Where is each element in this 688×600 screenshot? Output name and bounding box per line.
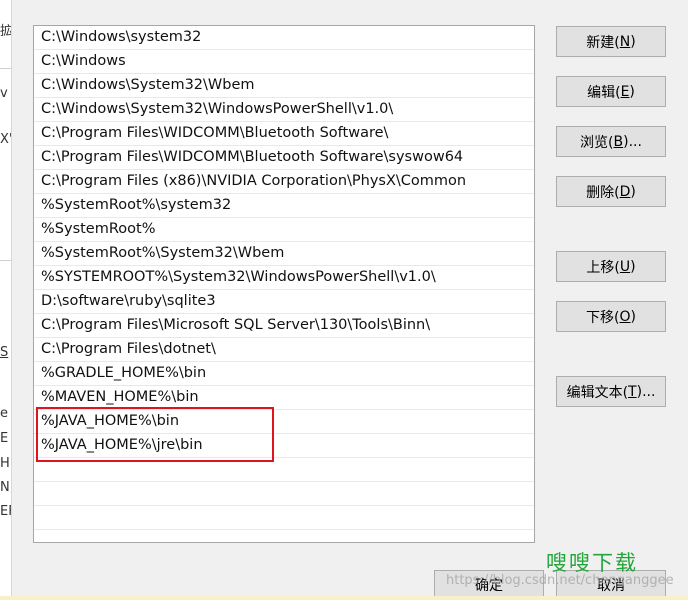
watermark-logo: 嗖嗖下载 (546, 551, 638, 575)
edit-text-button[interactable]: 编辑文本(T)... (556, 376, 666, 407)
move-up-button[interactable]: 上移(U) (556, 251, 666, 282)
path-list-item[interactable]: C:\Windows (34, 50, 534, 74)
path-list-item[interactable]: %SystemRoot%\system32 (34, 194, 534, 218)
path-list-item[interactable]: C:\Windows\System32\Wbem (34, 74, 534, 98)
path-list-item[interactable]: %MAVEN_HOME%\bin (34, 386, 534, 410)
path-list-item[interactable]: D:\software\ruby\sqlite3 (34, 290, 534, 314)
button-label: 删除( (586, 184, 620, 201)
delete-button[interactable]: 删除(D) (556, 176, 666, 207)
move-down-button[interactable]: 下移(O) (556, 301, 666, 332)
bg-fragment: H (0, 456, 10, 471)
path-list-item[interactable]: %SYSTEMROOT%\System32\WindowsPowerShell\… (34, 266, 534, 290)
path-list-item[interactable]: C:\Program Files\Microsoft SQL Server\13… (34, 314, 534, 338)
edit-button[interactable]: 编辑(E) (556, 76, 666, 107)
path-list-item[interactable]: %SystemRoot% (34, 218, 534, 242)
bg-fragment: N (0, 480, 10, 495)
bg-fragment: S (0, 345, 9, 360)
button-label: 浏览( (580, 134, 614, 151)
button-label: 编辑文本( (566, 384, 629, 401)
accelerator-key: E (620, 83, 630, 100)
bg-fragment: X' (0, 132, 12, 147)
button-label: 上移( (586, 259, 620, 276)
button-label-suffix: ) (630, 183, 636, 200)
path-list-item[interactable]: %SystemRoot%\System32\Wbem (34, 242, 534, 266)
path-list-item[interactable]: %GRADLE_HOME%\bin (34, 362, 534, 386)
accelerator-key: U (619, 258, 631, 275)
path-list-item-empty[interactable] (34, 506, 534, 530)
bg-fragment: e (0, 406, 8, 421)
bottom-strip (0, 596, 688, 600)
new-button[interactable]: 新建(N) (556, 26, 666, 57)
path-list-item[interactable]: C:\Program Files\dotnet\ (34, 338, 534, 362)
path-list[interactable]: C:\Windows\system32 C:\Windows C:\Window… (33, 25, 535, 543)
button-label-suffix: ) (629, 83, 635, 100)
path-list-item-empty[interactable] (34, 482, 534, 506)
button-label-suffix: ) (630, 308, 636, 325)
path-list-item[interactable]: C:\Windows\System32\WindowsPowerShell\v1… (34, 98, 534, 122)
accelerator-key: B (613, 133, 624, 150)
button-label-suffix: ) (630, 33, 636, 50)
bg-fragment: 拡 (0, 24, 12, 39)
button-label: 编辑( (587, 84, 621, 101)
accelerator-key: T (628, 383, 637, 400)
button-label-suffix: )... (636, 383, 656, 400)
path-list-item[interactable]: C:\Program Files\WIDCOMM\Bluetooth Softw… (34, 146, 534, 170)
background-window-edge: 拡 v X' S e E H N EF (0, 0, 12, 600)
accelerator-key: N (619, 33, 631, 50)
bg-fragment: E (0, 431, 9, 446)
bg-fragment: v (0, 86, 8, 101)
path-list-item-java-jre-bin[interactable]: %JAVA_HOME%\jre\bin (34, 434, 534, 458)
button-label-suffix: ) (630, 258, 636, 275)
path-list-item-empty[interactable] (34, 458, 534, 482)
button-label: 新建( (586, 34, 620, 51)
accelerator-key: D (619, 183, 631, 200)
button-label: 下移( (586, 309, 620, 326)
path-list-item[interactable]: C:\Program Files\WIDCOMM\Bluetooth Softw… (34, 122, 534, 146)
bg-fragment: EF (0, 504, 11, 519)
path-list-item-java-bin[interactable]: %JAVA_HOME%\bin (34, 410, 534, 434)
path-list-item[interactable]: C:\Windows\system32 (34, 26, 534, 50)
accelerator-key: O (619, 308, 631, 325)
browse-button[interactable]: 浏览(B)... (556, 126, 666, 157)
button-label-suffix: )... (623, 133, 642, 150)
path-list-item[interactable]: C:\Program Files (x86)\NVIDIA Corporatio… (34, 170, 534, 194)
